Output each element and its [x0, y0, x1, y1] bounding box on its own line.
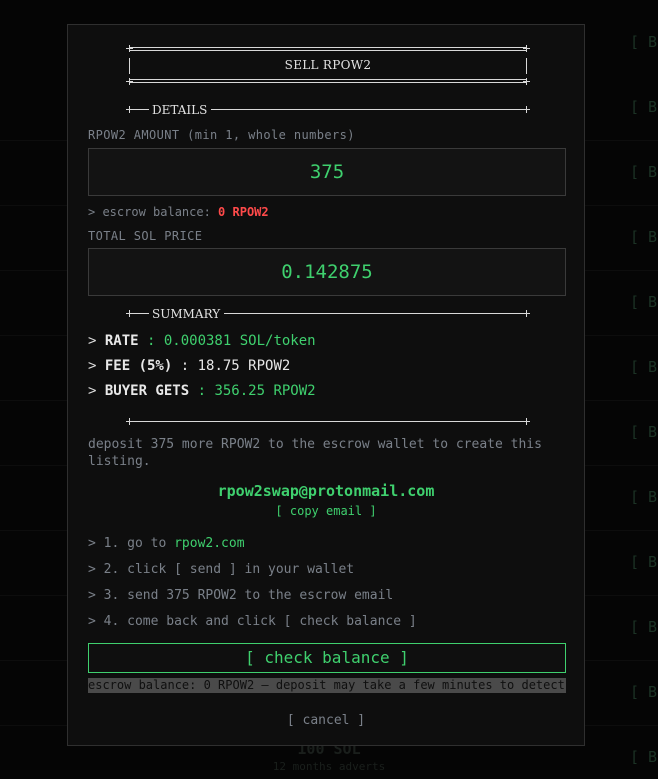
- corner-plus-icon: [126, 78, 133, 85]
- divider-plus-icon: [126, 310, 133, 317]
- price-label: TOTAL SOL PRICE: [88, 229, 203, 243]
- summary-rate: > RATE : 0.000381 SOL/token: [88, 333, 316, 349]
- summary-buyer-gets: > BUYER GETS : 356.25 RPOW2: [88, 383, 316, 399]
- amount-input[interactable]: 375: [88, 148, 566, 196]
- summary-section-heading: SUMMARY: [126, 307, 530, 321]
- rpow2-site-link[interactable]: rpow2.com: [174, 536, 244, 551]
- summary-prefix: >: [88, 383, 105, 399]
- divider-plus-icon: [523, 418, 530, 425]
- corner-plus-icon: [523, 78, 530, 85]
- summary-fee: > FEE (5%) : 18.75 RPOW2: [88, 358, 290, 374]
- fee-key: FEE (5%): [104, 358, 173, 374]
- modal-title: SELL RPOW2: [284, 58, 372, 72]
- amount-label: RPOW2 AMOUNT (min 1, whole numbers): [88, 128, 355, 142]
- bg-list-button: [ B: [630, 683, 658, 701]
- escrow-balance-value: 0 RPOW2: [218, 205, 269, 219]
- escrow-balance-prefix: > escrow balance:: [88, 205, 219, 219]
- bg-list-button: [ B: [630, 98, 658, 116]
- divider-plus-icon: [523, 106, 530, 113]
- summary-prefix: >: [88, 333, 105, 349]
- bg-list-button: [ B: [630, 358, 658, 376]
- bg-list-button: [ B: [630, 228, 658, 246]
- bg-list-button: [ B: [630, 553, 658, 571]
- summary-end-divider: [126, 415, 530, 429]
- copy-email-button[interactable]: [ copy email ]: [68, 504, 584, 518]
- bg-list-button: [ B: [630, 618, 658, 636]
- price-input[interactable]: 0.142875: [88, 248, 566, 296]
- sell-modal: SELL RPOW2 DETAILS RPOW2 AMOUNT (min 1, …: [67, 24, 585, 746]
- bg-list-button: [ B: [630, 488, 658, 506]
- summary-prefix: >: [88, 358, 105, 374]
- details-section-heading: DETAILS: [126, 103, 530, 117]
- bg-list-button: [ B: [630, 33, 658, 51]
- rate-key: RATE: [104, 333, 139, 349]
- check-balance-button[interactable]: [ check balance ]: [88, 643, 566, 673]
- bg-list-button: [ B: [630, 163, 658, 181]
- bg-price-subtitle: 12 months adverts: [272, 760, 386, 773]
- step-4: > 4. come back and click [ check balance…: [88, 614, 417, 629]
- status-message: escrow balance: 0 RPOW2 — deposit may ta…: [88, 678, 566, 693]
- step-3: > 3. send 375 RPOW2 to the escrow email: [88, 588, 394, 603]
- cancel-button[interactable]: [ cancel ]: [68, 713, 584, 728]
- bg-list-button: [ B: [630, 293, 658, 311]
- fee-value: : 18.75 RPOW2: [172, 358, 291, 374]
- divider-plus-icon: [523, 310, 530, 317]
- step-1-text: > 1. go to: [88, 536, 175, 551]
- step-1: > 1. go to rpow2.com: [88, 536, 245, 551]
- summary-heading-label: SUMMARY: [152, 307, 225, 321]
- details-heading-label: DETAILS: [152, 103, 212, 117]
- modal-title-box: SELL RPOW2: [126, 45, 530, 87]
- buyer-gets-value: : 356.25 RPOW2: [189, 383, 316, 399]
- deposit-instructions: deposit 375 more RPOW2 to the escrow wal…: [88, 437, 542, 469]
- rate-value: : 0.000381 SOL/token: [138, 333, 316, 349]
- bg-list-button: [ B: [630, 423, 658, 441]
- buyer-gets-key: BUYER GETS: [104, 383, 190, 399]
- escrow-email: rpow2swap@protonmail.com: [217, 482, 435, 500]
- divider-plus-icon: [126, 106, 133, 113]
- escrow-balance-note: > escrow balance: 0 RPOW2: [88, 205, 269, 219]
- step-2: > 2. click [ send ] in your wallet: [88, 562, 355, 577]
